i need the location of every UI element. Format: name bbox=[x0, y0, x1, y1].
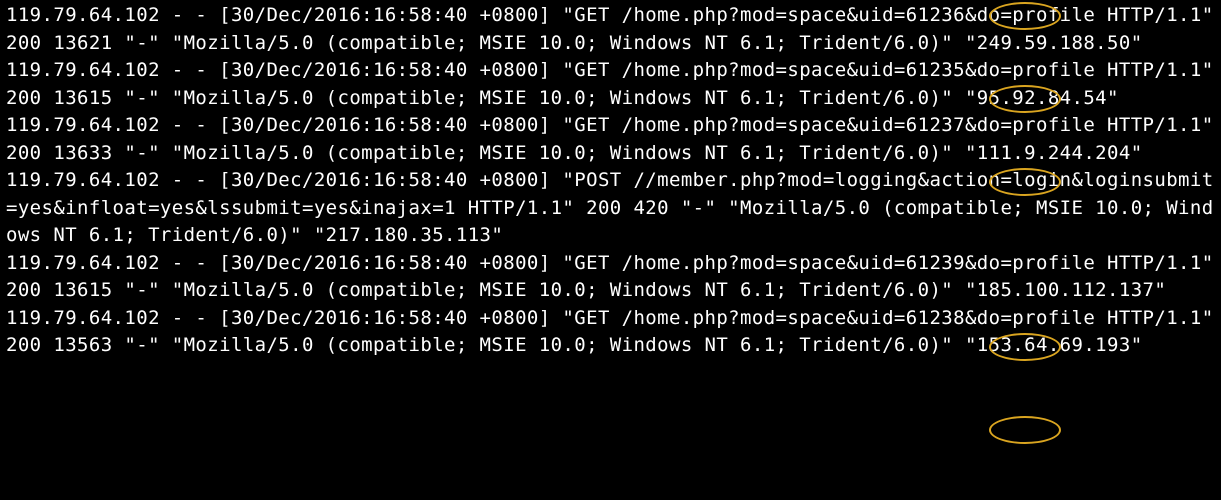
highlight-ellipse-uid bbox=[989, 416, 1061, 444]
terminal-log-output: 119.79.64.102 - - [30/Dec/2016:16:58:40 … bbox=[6, 2, 1215, 360]
